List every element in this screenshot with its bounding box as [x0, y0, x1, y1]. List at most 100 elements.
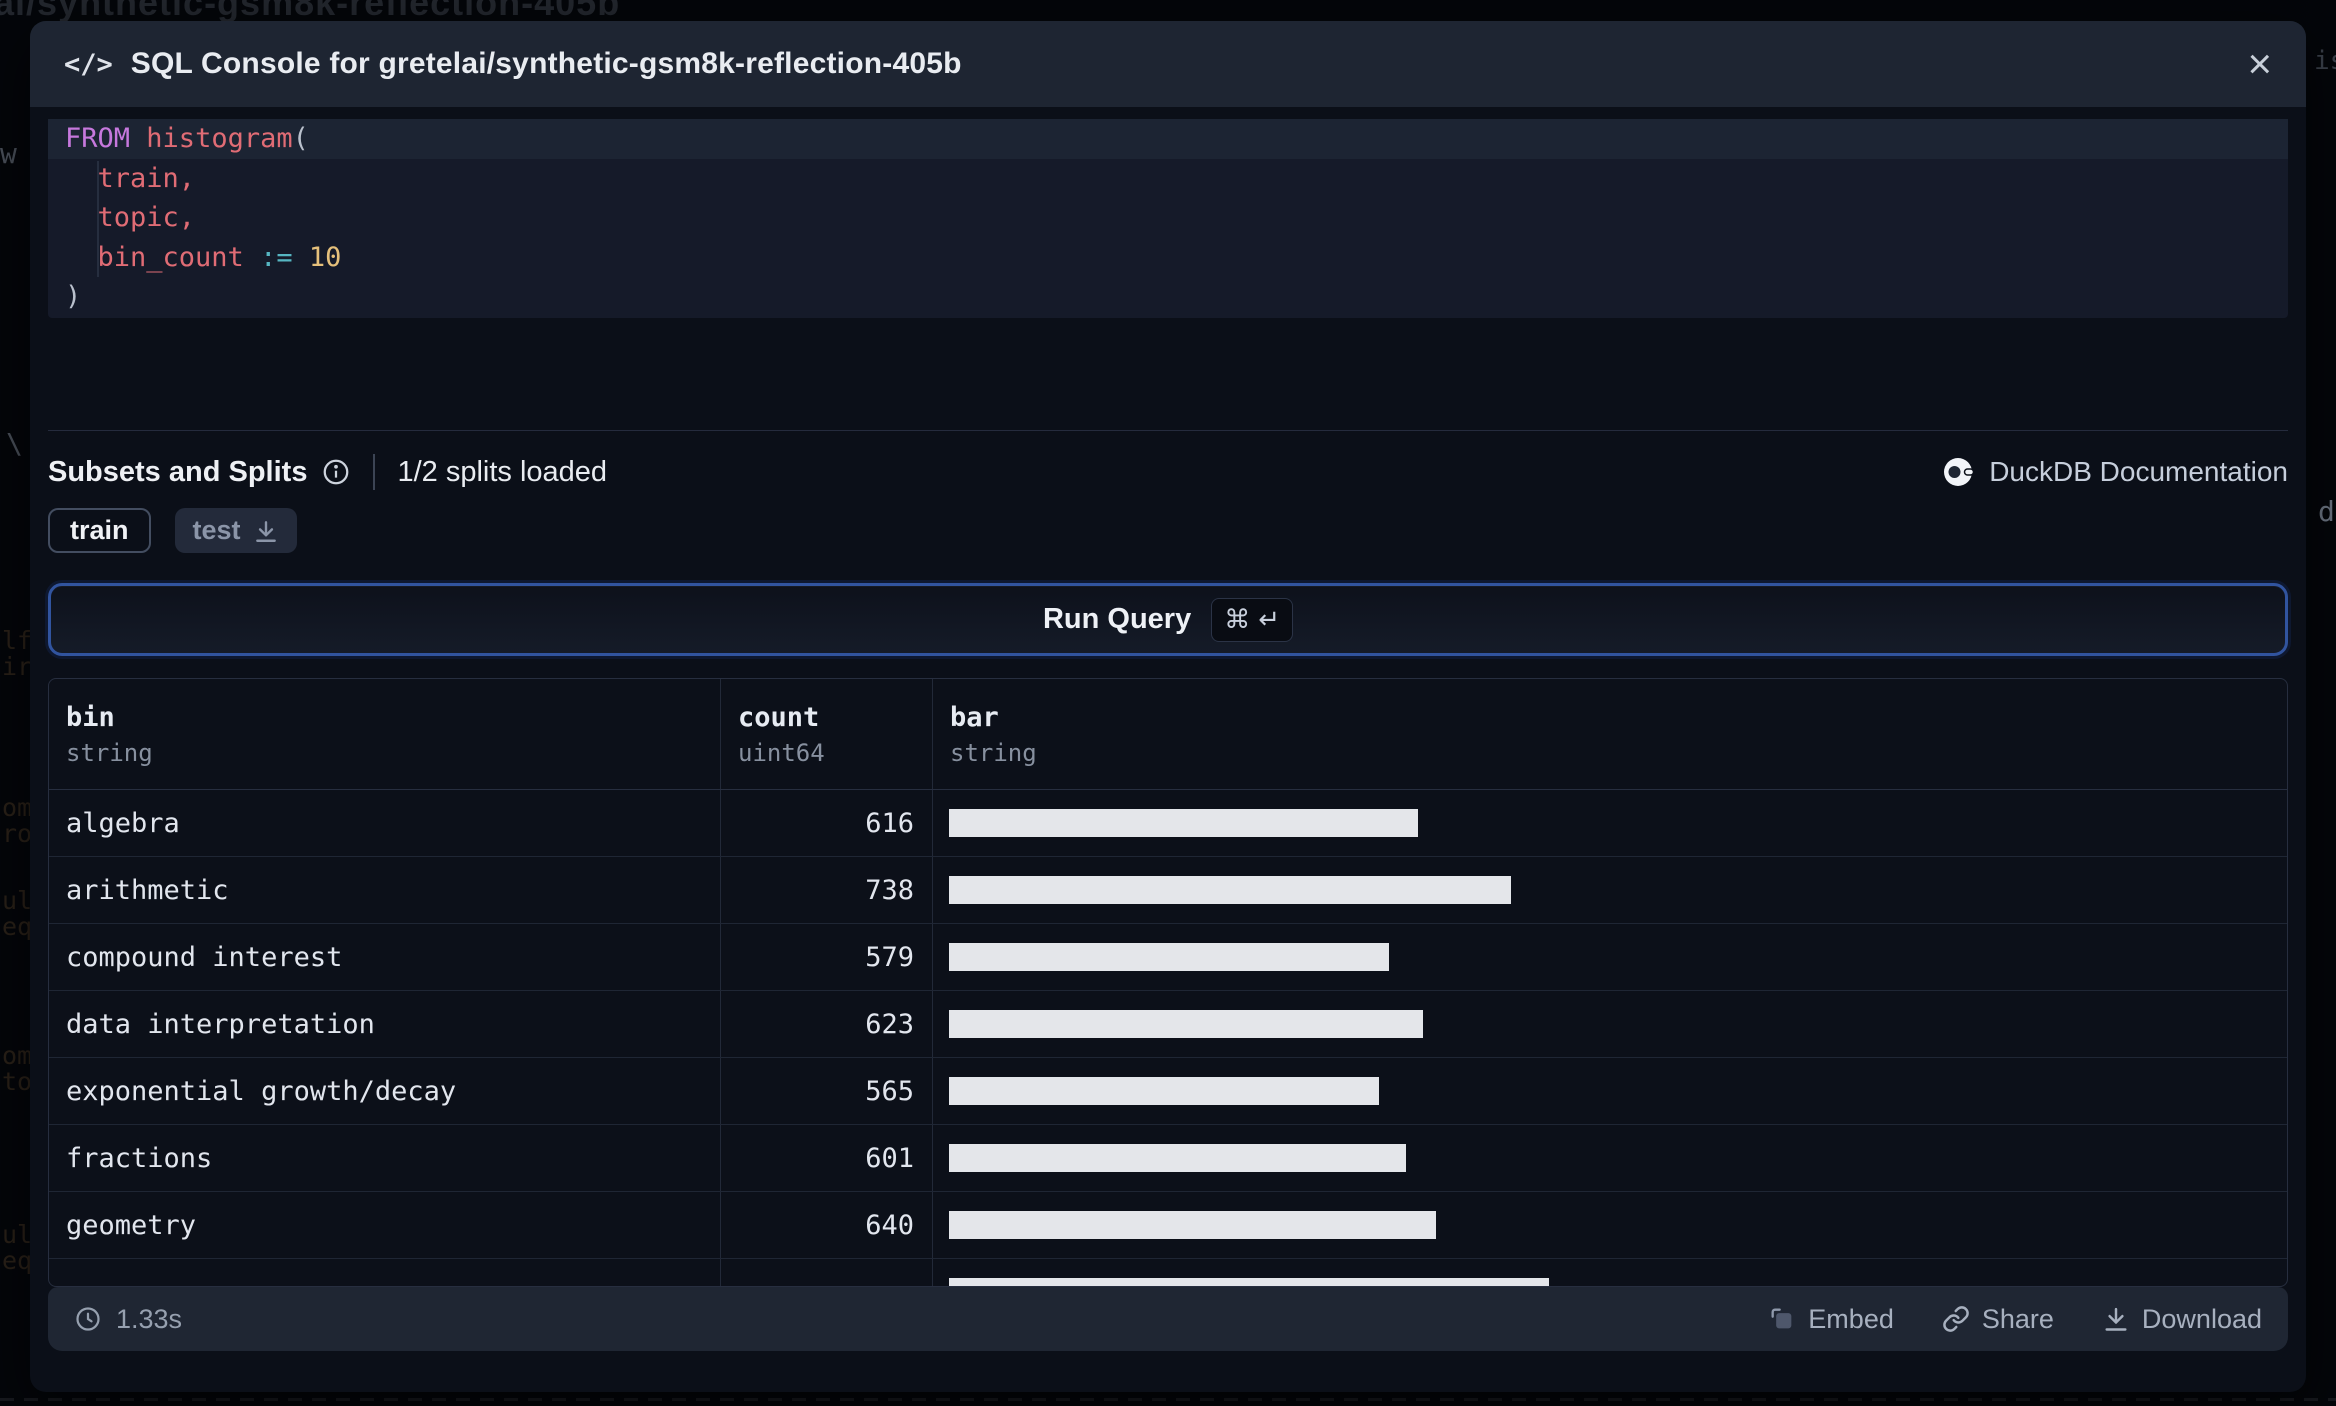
download-icon [2102, 1305, 2130, 1333]
background-fragment: ir [2, 652, 33, 681]
share-button[interactable]: Share [1942, 1304, 2054, 1335]
embed-icon [1768, 1305, 1796, 1333]
cell-bar [933, 1192, 2287, 1258]
duckdb-logo-icon [1943, 456, 1975, 488]
code-line: topic, [48, 198, 2288, 238]
cell-count: 616 [721, 790, 933, 856]
column-type: string [950, 738, 1037, 767]
cell-bar [933, 857, 2287, 923]
download-label: Download [2141, 1303, 2262, 1334]
cell-bar [933, 924, 2287, 990]
background-fragment: \ [6, 427, 23, 460]
column-name: count [738, 701, 820, 733]
column-header-bin[interactable]: bin string [49, 679, 721, 789]
code-token: ( [292, 123, 309, 155]
cell-bin: fractions [49, 1125, 721, 1191]
cell-bar [933, 1125, 2287, 1191]
share-label: Share [1981, 1303, 2054, 1334]
code-token: topic, [65, 202, 196, 234]
enter-key-icon: ↵ [1258, 604, 1281, 635]
splits-header: Subsets and Splits 1/2 splits loaded Duc… [48, 444, 2288, 500]
split-tabs: train test [48, 508, 297, 553]
column-name: bin [66, 701, 115, 733]
query-duration: 1.33s [74, 1304, 182, 1335]
duckdb-documentation-link[interactable]: DuckDB Documentation [1943, 456, 2288, 488]
cell-count: 738 [721, 857, 933, 923]
cell-bin: exponential growth/decay [49, 1058, 721, 1124]
embed-label: Embed [1808, 1303, 1894, 1334]
background-fragment: eq [2, 912, 33, 941]
cell-count: 640 [721, 1192, 933, 1258]
section-divider [48, 430, 2288, 431]
tab-test[interactable]: test [174, 508, 297, 553]
column-header-count[interactable]: count uint64 [721, 679, 933, 789]
close-icon[interactable]: × [2247, 43, 2272, 85]
cell-bar [933, 790, 2287, 856]
code-token: histogram [146, 123, 293, 155]
code-line: bin_count := 10 [48, 238, 2288, 278]
vertical-divider [373, 454, 376, 490]
page-background: ai/synthetic-gsm8k-reflection-405b w \ l… [0, 0, 2336, 1406]
histogram-bar [949, 1211, 1436, 1239]
background-fragment: w [0, 137, 17, 170]
run-query-button[interactable]: Run Query ⌘ ↵ [48, 583, 2288, 656]
code-line: FROM histogram( [48, 119, 2288, 159]
background-fragment: om [2, 1041, 33, 1070]
column-header-bar[interactable]: bar string [933, 679, 2287, 789]
table-row: fractions 601 [49, 1125, 2287, 1192]
splits-title: Subsets and Splits [48, 455, 308, 488]
background-fragment: lf [2, 626, 33, 655]
column-type: uint64 [738, 738, 825, 767]
histogram-bar [949, 1144, 1406, 1172]
embed-button[interactable]: Embed [1768, 1304, 1894, 1335]
table-row: exponential growth/decay 565 [49, 1058, 2287, 1125]
footer-actions: Embed Share Download [1768, 1304, 2262, 1335]
run-query-shortcut: ⌘ ↵ [1211, 597, 1294, 642]
tab-train[interactable]: train [48, 508, 151, 553]
info-icon[interactable] [321, 457, 351, 487]
histogram-bar [949, 809, 1418, 837]
cmd-key-icon: ⌘ [1224, 604, 1251, 635]
background-fragment: d [2318, 495, 2335, 528]
table-row: geometry 640 [49, 1192, 2287, 1259]
cell-count: 623 [721, 991, 933, 1057]
download-button[interactable]: Download [2102, 1304, 2262, 1335]
background-divider [0, 1398, 2336, 1401]
cell-count: 601 [721, 1125, 933, 1191]
download-split-icon [253, 518, 279, 544]
cell-bar [933, 1259, 2287, 1286]
tab-test-label: test [192, 515, 241, 545]
background-fragment: is [2314, 46, 2336, 76]
code-token: train, [65, 162, 196, 194]
cell-bin: geometry [49, 1192, 721, 1258]
code-icon: </> [64, 48, 113, 80]
table-row: data interpretation 623 [49, 991, 2287, 1058]
table-row: algebra 616 [49, 790, 2287, 857]
sql-console-modal: </> SQL Console for gretelai/synthetic-g… [30, 21, 2306, 1392]
splits-loaded-status: 1/2 splits loaded [397, 455, 608, 488]
run-query-label: Run Query [1042, 603, 1192, 635]
sql-editor[interactable]: FROM histogram( train, topic, bin_count … [48, 119, 2288, 318]
code-token: bin_count [65, 241, 261, 273]
cell-bar [933, 991, 2287, 1057]
modal-header: </> SQL Console for gretelai/synthetic-g… [30, 21, 2306, 107]
background-fragment: ul [2, 886, 33, 915]
code-token: FROM [65, 123, 131, 155]
background-fragment: ro [2, 819, 33, 848]
cell-bar [933, 1058, 2287, 1124]
cell-count: 565 [721, 1058, 933, 1124]
cell-count: 579 [721, 924, 933, 990]
duckdb-documentation-label: DuckDB Documentation [1989, 456, 2288, 487]
background-fragment: to [2, 1067, 33, 1096]
histogram-bar [949, 1010, 1423, 1038]
cell-bin: data interpretation [49, 991, 721, 1057]
code-token: 10 [308, 241, 342, 273]
column-type: string [66, 738, 153, 767]
cell-bin: compound interest [49, 924, 721, 990]
code-token: ) [65, 281, 82, 313]
background-fragment: eq [2, 1246, 33, 1275]
table-row: arithmetic 738 [49, 857, 2287, 924]
cell-bin: algebra [49, 790, 721, 856]
results-table: bin string count uint64 bar string algeb… [48, 678, 2288, 1287]
modal-title: SQL Console for gretelai/synthetic-gsm8k… [130, 47, 962, 80]
